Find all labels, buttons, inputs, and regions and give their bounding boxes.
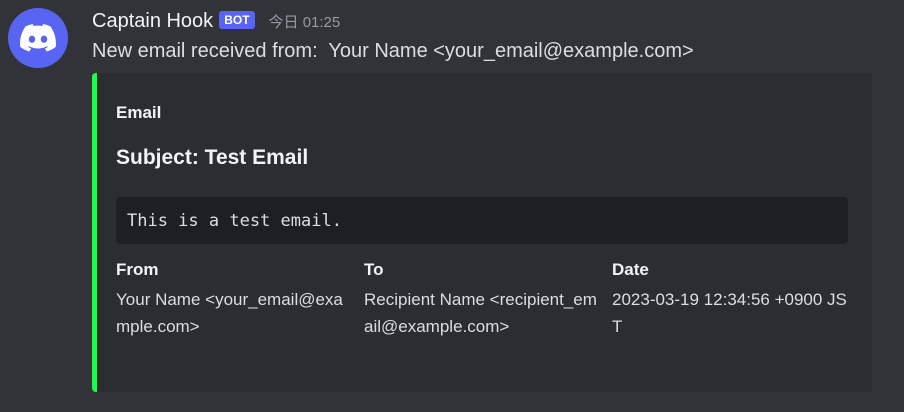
message-content: New email received from: Your Name <your… xyxy=(92,40,694,62)
embed-field-from: From Your Name <your_email@example.com> xyxy=(116,259,356,340)
code-block-text: This is a test email. xyxy=(127,210,342,231)
timestamp[interactable]: 今日 01:25 xyxy=(269,11,341,32)
field-value: Your Name <your_email@example.com> xyxy=(116,290,343,336)
embed-field-date: Date 2023-03-19 12:34:56 +0900 JST xyxy=(612,259,852,340)
field-name: To xyxy=(364,260,384,279)
embed-author: Email xyxy=(116,103,162,122)
field-value: Recipient Name <recipient_email@example.… xyxy=(364,290,597,336)
chat-message: Captain Hook BOT 今日 01:25 New email rece… xyxy=(0,0,904,412)
email-embed: Email Subject: Test Email This is a test… xyxy=(92,73,872,392)
bot-badge: BOT xyxy=(219,11,255,29)
embed-description-code-block: This is a test email. xyxy=(116,197,848,244)
field-name: From xyxy=(116,260,159,279)
username[interactable]: Captain Hook xyxy=(92,10,213,33)
embed-title: Subject: Test Email xyxy=(116,146,309,169)
embed-field-to: To Recipient Name <recipient_email@examp… xyxy=(364,259,604,340)
message-header: Captain Hook BOT 今日 01:25 xyxy=(92,8,340,34)
field-value: 2023-03-19 12:34:56 +0900 JST xyxy=(612,290,847,336)
field-name: Date xyxy=(612,260,649,279)
avatar[interactable] xyxy=(8,8,68,68)
discord-logo-icon xyxy=(20,24,56,52)
